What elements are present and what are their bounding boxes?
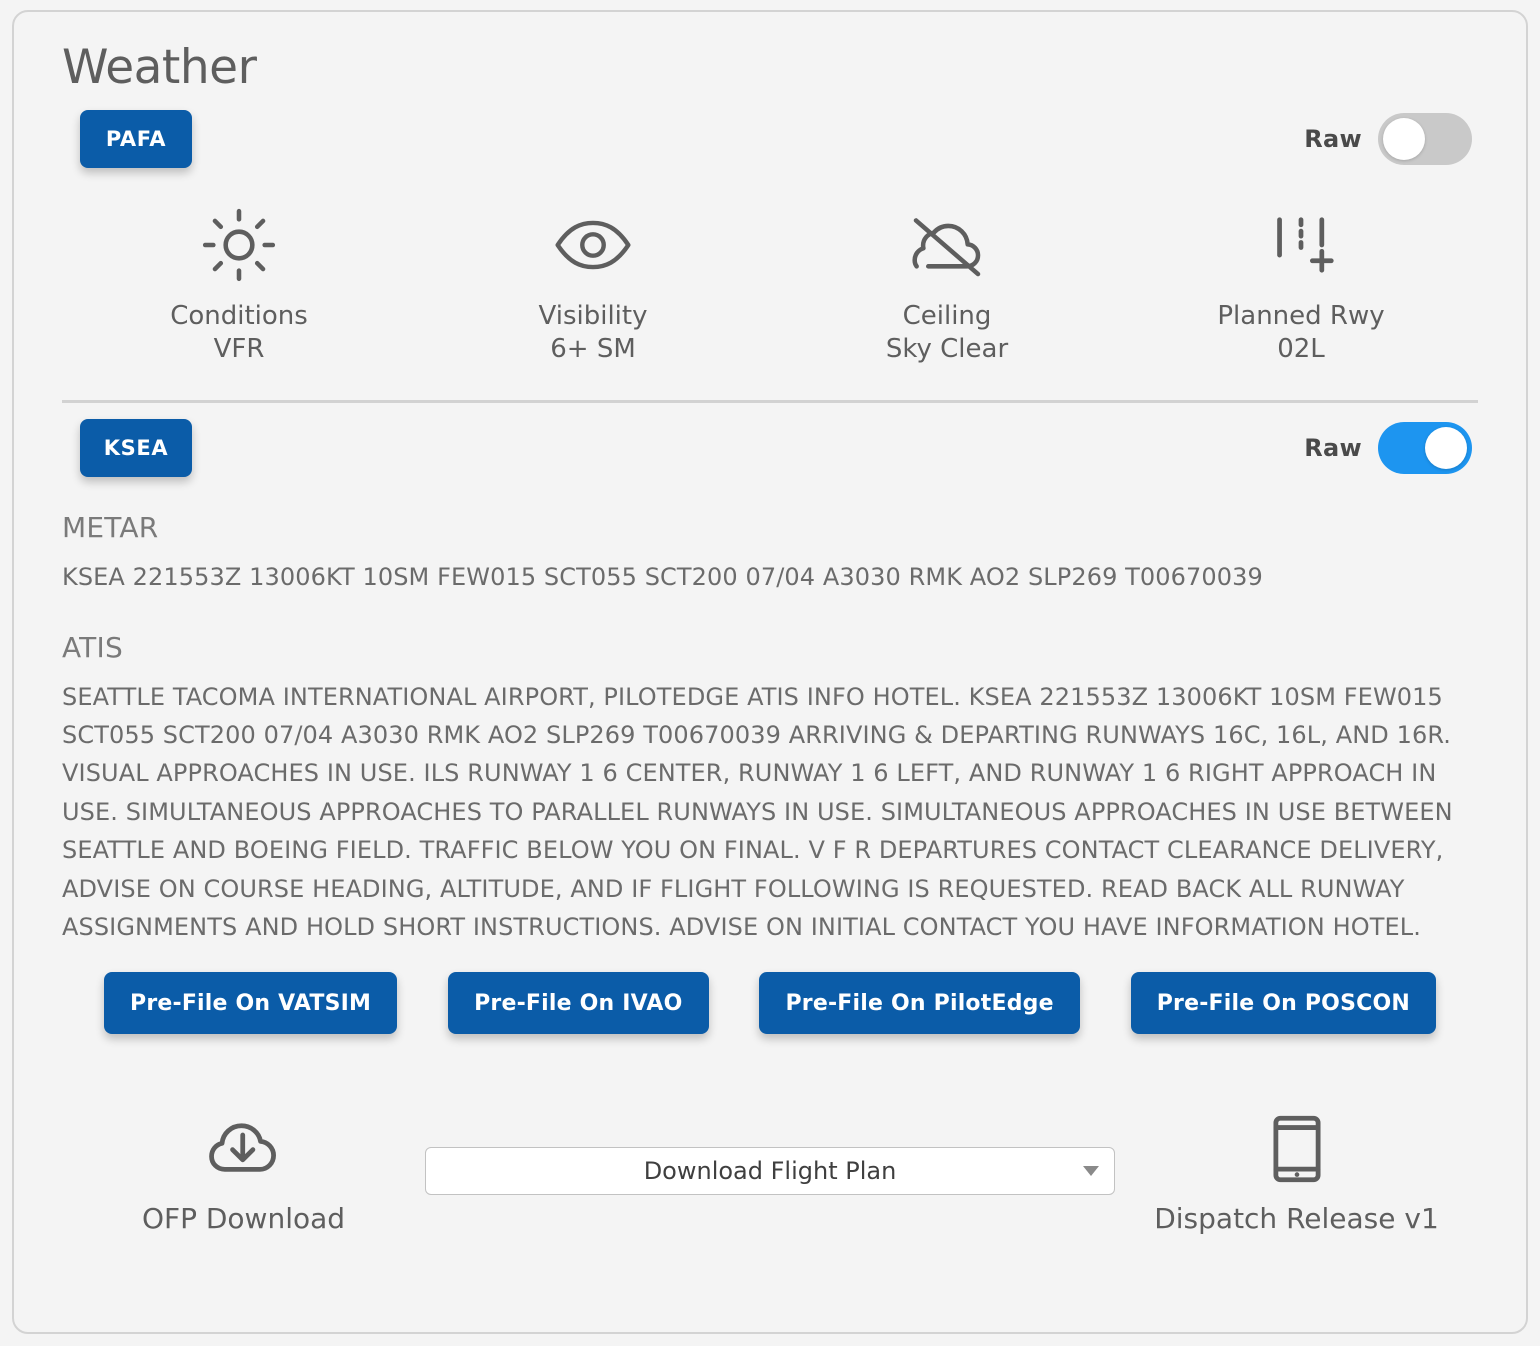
raw-toggle-group-pafa: Raw [1304, 112, 1472, 165]
toggle-knob [1383, 117, 1425, 160]
dispatch-release-label: Dispatch Release v1 [1154, 1202, 1439, 1236]
metric-label: Visibility [538, 300, 648, 331]
ofp-download-action[interactable]: OFP Download [62, 1106, 425, 1235]
prefile-poscon-button[interactable]: Pre-File On POSCON [1130, 972, 1436, 1035]
metric-label: Planned Rwy [1217, 300, 1385, 331]
ofp-download-label: OFP Download [141, 1202, 346, 1236]
metric-value: 6+ SM [550, 333, 636, 364]
cloud-download-icon [202, 1106, 286, 1192]
raw-toggle-pafa[interactable] [1378, 112, 1472, 165]
eye-icon [552, 204, 634, 286]
metar-heading: METAR [62, 511, 159, 545]
flight-plan-select-wrap: Download Flight Plan [425, 1146, 1115, 1195]
raw-toggle-group-ksea: Raw [1304, 422, 1472, 475]
station-row-ksea: KSEA Raw [62, 419, 1478, 478]
weather-card: Weather PAFA Raw Conditions VFR Visibili… [12, 10, 1528, 1334]
page-title: Weather [62, 40, 257, 95]
toggle-knob [1425, 427, 1467, 470]
raw-toggle-ksea[interactable] [1378, 422, 1472, 475]
download-flight-plan-select[interactable]: Download Flight Plan [425, 1146, 1115, 1195]
metric-label: Conditions [170, 300, 308, 331]
prefile-vatsim-button[interactable]: Pre-File On VATSIM [104, 972, 398, 1035]
atis-heading: ATIS [62, 630, 123, 664]
raw-label-ksea: Raw [1304, 434, 1362, 463]
cloud-off-icon [905, 204, 989, 286]
metric-value: Sky Clear [885, 333, 1009, 364]
station-chip-ksea[interactable]: KSEA [80, 419, 192, 478]
metric-planned-runway: Planned Rwy 02L [1124, 204, 1478, 367]
prefile-button-row: Pre-File On VATSIM Pre-File On IVAO Pre-… [62, 972, 1478, 1035]
metrics-row-pafa: Conditions VFR Visibility 6+ SM Ceiling … [62, 204, 1478, 373]
weather-page: Weather PAFA Raw Conditions VFR Visibili… [0, 0, 1540, 1346]
prefile-ivao-button[interactable]: Pre-File On IVAO [448, 972, 709, 1035]
station-row-pafa: PAFA Raw [62, 109, 1478, 168]
atis-text: SEATTLE TACOMA INTERNATIONAL AIRPORT, PI… [62, 682, 1453, 941]
footer-action-row: OFP Download Download Flight Plan Dispat… [62, 1106, 1478, 1235]
dispatch-release-action[interactable]: Dispatch Release v1 [1115, 1106, 1478, 1235]
metric-visibility: Visibility 6+ SM [416, 204, 770, 367]
section-divider [62, 400, 1478, 404]
tablet-icon [1265, 1106, 1329, 1192]
metric-label: Ceiling [902, 300, 992, 331]
metar-text: KSEA 221553Z 13006KT 10SM FEW015 SCT055 … [62, 563, 1263, 592]
metric-value: VFR [213, 333, 265, 364]
metric-conditions: Conditions VFR [62, 204, 416, 367]
select-value[interactable]: Download Flight Plan [425, 1146, 1115, 1195]
metric-ceiling: Ceiling Sky Clear [770, 204, 1124, 367]
raw-label-pafa: Raw [1304, 124, 1362, 153]
prefile-pilotedge-button[interactable]: Pre-File On PilotEdge [759, 972, 1080, 1035]
metric-value: 02L [1277, 333, 1325, 364]
runway-icon [1260, 204, 1342, 286]
station-chip-pafa[interactable]: PAFA [80, 109, 192, 168]
sun-icon [200, 204, 278, 286]
